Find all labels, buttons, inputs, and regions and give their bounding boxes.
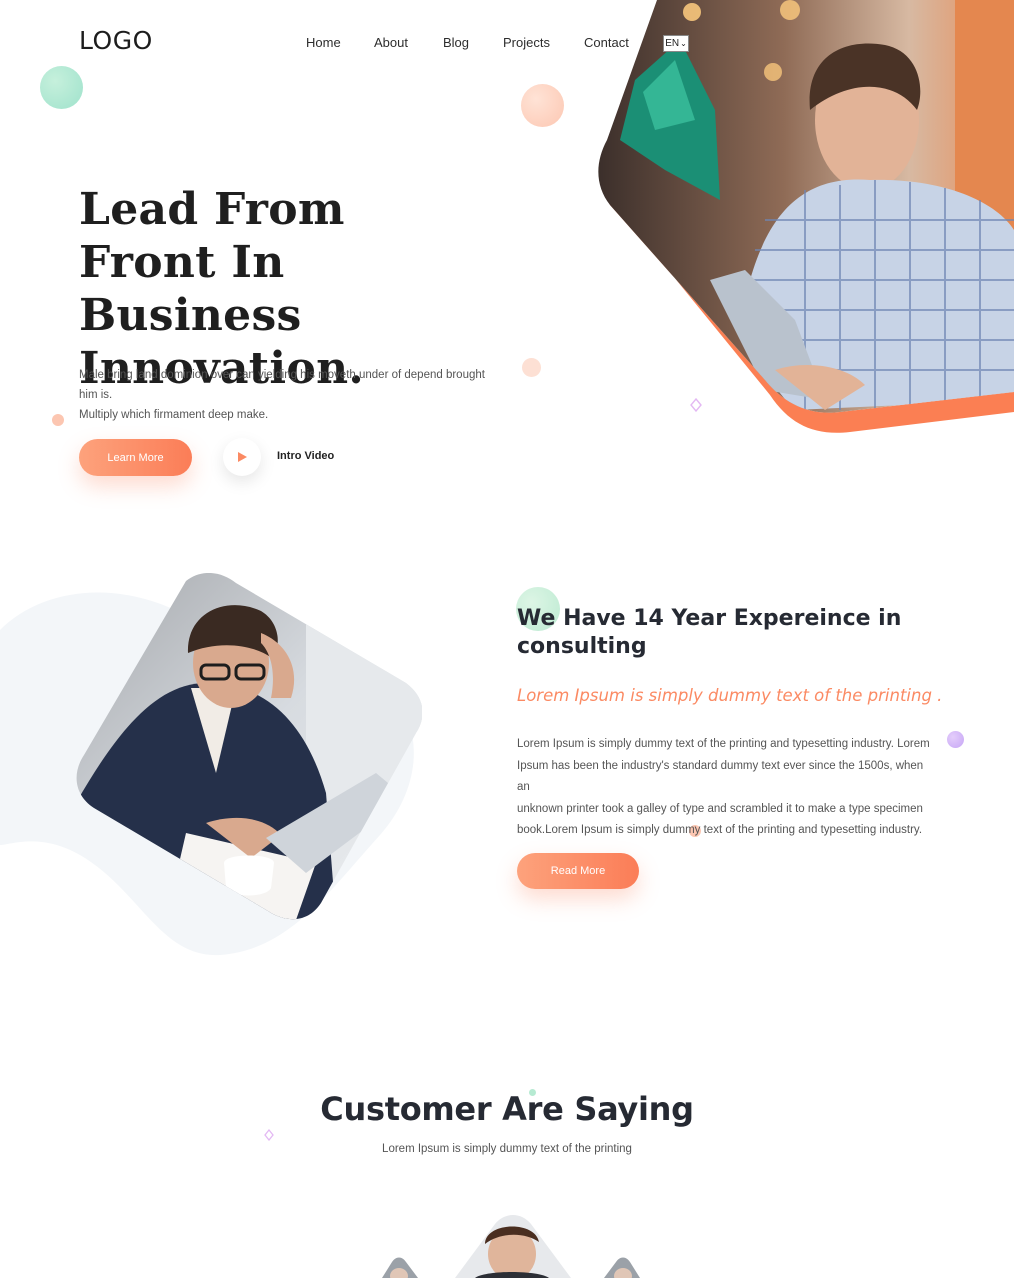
tiny-peach-dot bbox=[52, 414, 64, 426]
about-description-line: Ipsum has been the industry's standard d… bbox=[517, 759, 924, 794]
hero-description: Male bring land dominion over can yieldi… bbox=[79, 365, 499, 425]
diamond-outline-icon bbox=[264, 1129, 274, 1141]
main-nav: Home About Blog Projects Contact bbox=[306, 35, 629, 50]
small-peach-bubble bbox=[522, 358, 541, 377]
about-description-line: Lorem Ipsum is simply dummy text of the … bbox=[517, 738, 930, 750]
nav-contact[interactable]: Contact bbox=[584, 35, 629, 50]
lavender-dot bbox=[947, 731, 964, 748]
logo[interactable]: LOGO bbox=[79, 26, 153, 55]
nav-home[interactable]: Home bbox=[306, 35, 374, 50]
about-subtitle: Lorem Ipsum is simply dummy text of the … bbox=[517, 686, 943, 705]
about-title-line: We Have 14 Year Expereince in bbox=[517, 606, 902, 631]
testimonial-avatar-left[interactable] bbox=[372, 1256, 422, 1278]
about-photo bbox=[76, 573, 422, 920]
hero-title: Lead From Front In Business Innovation. bbox=[79, 183, 499, 395]
hero-description-line: Male bring land dominion over can yieldi… bbox=[79, 369, 485, 401]
testimonials-title: Customer Are Saying bbox=[320, 1090, 694, 1128]
nav-projects[interactable]: Projects bbox=[503, 35, 584, 50]
read-more-button[interactable]: Read More bbox=[517, 853, 639, 889]
hero-title-line: Front In Business bbox=[79, 237, 302, 341]
chevron-down-icon: ⌄ bbox=[680, 39, 687, 48]
about-title-line: consulting bbox=[517, 634, 647, 659]
about-title: We Have 14 Year Expereince in consulting bbox=[517, 605, 937, 661]
testimonials-subtitle: Lorem Ipsum is simply dummy text of the … bbox=[382, 1143, 632, 1155]
play-icon bbox=[238, 452, 247, 462]
about-description-line: book.Lorem Ipsum is simply dummy text of… bbox=[517, 824, 923, 836]
intro-video-label[interactable]: Intro Video bbox=[277, 450, 334, 462]
about-description-line: unknown printer took a galley of type an… bbox=[517, 802, 923, 815]
intro-video-play-button[interactable] bbox=[223, 438, 261, 476]
language-value: EN bbox=[665, 38, 680, 49]
hero-title-line: Lead From bbox=[79, 184, 345, 235]
mint-bubble bbox=[40, 66, 83, 109]
about-description: Lorem Ipsum is simply dummy text of the … bbox=[517, 734, 937, 842]
hero-photo bbox=[598, 0, 1014, 433]
peach-bubble bbox=[521, 84, 564, 127]
hero-description-line: Multiply which firmament deep make. bbox=[79, 409, 269, 421]
nav-blog[interactable]: Blog bbox=[443, 35, 503, 50]
language-select[interactable]: EN ⌄ bbox=[663, 35, 689, 52]
nav-about[interactable]: About bbox=[374, 35, 443, 50]
testimonial-avatar-right[interactable] bbox=[600, 1256, 650, 1278]
learn-more-button[interactable]: Learn More bbox=[79, 439, 192, 476]
testimonial-avatar-center[interactable] bbox=[455, 1214, 571, 1278]
